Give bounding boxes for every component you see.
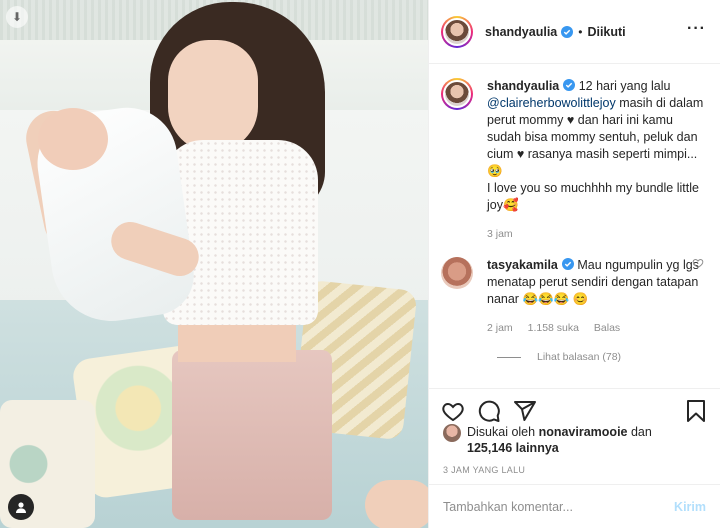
more-options-icon[interactable]: ··· xyxy=(687,21,706,37)
download-icon[interactable]: ⬇ xyxy=(6,6,28,28)
avatar[interactable] xyxy=(441,257,473,289)
post-comment-button[interactable]: Kirim xyxy=(674,500,706,514)
caption-text: 12 hari yang lalu xyxy=(575,79,671,93)
reply-button[interactable]: Balas xyxy=(594,322,620,334)
comment-icon[interactable] xyxy=(477,399,501,423)
caption: shandyaulia 12 hari yang lalu @claireher… xyxy=(441,78,706,243)
photo-legs xyxy=(365,480,428,528)
add-comment-bar: Kirim xyxy=(429,484,720,528)
avatar[interactable] xyxy=(441,15,473,48)
liked-by-user[interactable]: nonaviramooie xyxy=(539,425,628,439)
liked-by: Disukai oleh nonaviramooie dan 125,146 l… xyxy=(443,424,710,456)
comment-author[interactable]: tasyakamila xyxy=(487,258,558,272)
post-side-panel: shandyaulia • Diikuti ··· shandyaulia 12… xyxy=(428,0,720,528)
post-photo[interactable]: ⬇ xyxy=(0,0,428,528)
comment-input[interactable] xyxy=(443,499,675,514)
avatar[interactable] xyxy=(441,78,473,110)
share-icon[interactable] xyxy=(513,399,537,423)
photo-shorts xyxy=(172,350,332,520)
caption-author[interactable]: shandyaulia xyxy=(487,79,559,93)
comment-like-heart-icon[interactable] xyxy=(692,257,704,269)
caption-text: I love you so muchhhh my bundle little j… xyxy=(487,181,699,212)
tagged-users-icon[interactable] xyxy=(8,494,34,520)
view-replies-label: Lihat balasan (78) xyxy=(537,351,622,363)
bookmark-icon[interactable] xyxy=(684,399,708,423)
photo-baby-head xyxy=(38,108,108,170)
post-header: shandyaulia • Diikuti ··· xyxy=(429,0,720,64)
likes-count[interactable]: 125,146 xyxy=(467,441,512,455)
verified-badge-icon xyxy=(561,258,574,270)
caption-time[interactable]: 3 jam xyxy=(487,228,513,240)
verified-badge-icon xyxy=(563,79,576,91)
comment-item: tasyakamila Mau ngumpulin yg lgs menatap… xyxy=(441,257,706,337)
avatar[interactable] xyxy=(443,424,461,442)
post-timestamp[interactable]: 3 JAM YANG LALU xyxy=(443,465,525,475)
comment-likes[interactable]: 1.158 suka xyxy=(528,322,579,334)
comment-time[interactable]: 2 jam xyxy=(487,322,513,334)
mention-link[interactable]: @claireherbowolittlejoy xyxy=(487,96,616,110)
heart-icon[interactable] xyxy=(441,399,465,423)
photo-midriff xyxy=(178,320,296,362)
follow-status-button[interactable]: Diikuti xyxy=(587,25,625,39)
view-replies-button[interactable]: Lihat balasan (78) xyxy=(497,351,706,363)
separator-dot: • xyxy=(578,24,583,39)
author-username[interactable]: shandyaulia xyxy=(485,25,557,39)
photo-woman-face xyxy=(168,40,258,152)
verified-badge-icon xyxy=(561,25,574,38)
comments-list[interactable]: shandyaulia 12 hari yang lalu @claireher… xyxy=(429,64,720,388)
